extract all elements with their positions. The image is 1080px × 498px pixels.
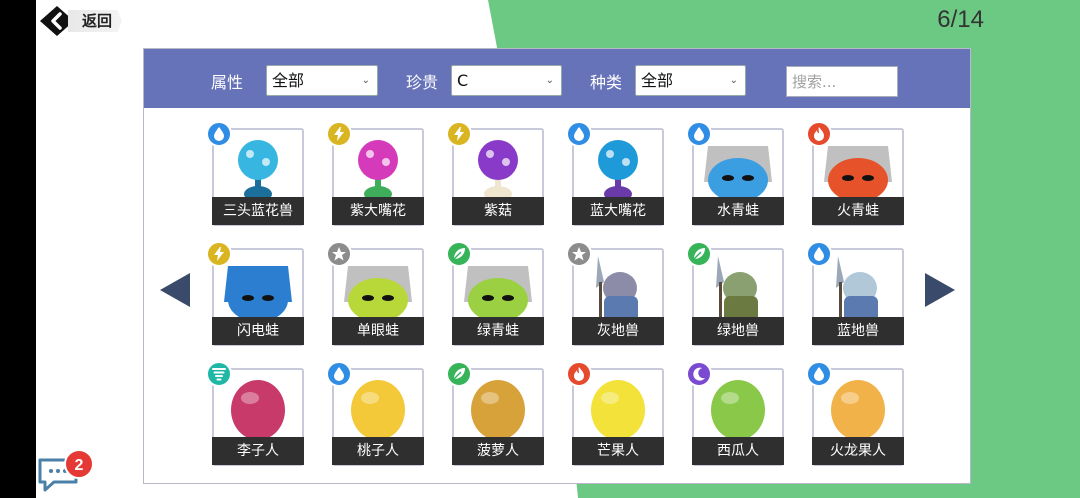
leaf-icon [446,241,472,267]
flame-icon [806,121,832,147]
chevron-down-icon: ⌄ [545,75,554,86]
chevron-down-icon: ⌄ [361,75,370,86]
kind-select-value: 全部 [641,71,674,90]
creature-card[interactable]: 火青蛙 [806,121,904,226]
creature-card[interactable]: 菠萝人 [446,361,544,466]
creature-card[interactable]: 紫大嘴花 [326,121,424,226]
flame-icon [566,361,592,387]
water-drop-icon [566,121,592,147]
creature-name: 蓝大嘴花 [572,197,664,225]
search-input[interactable] [786,66,898,97]
creature-name: 三头蓝花兽 [212,197,304,225]
creature-name: 蓝地兽 [812,317,904,345]
water-drop-icon [326,361,352,387]
creature-card[interactable]: 蓝地兽 [806,241,904,346]
kind-filter-label: 种类 [590,73,623,92]
creature-name: 芒果人 [572,437,664,465]
creature-card[interactable]: 灰地兽 [566,241,664,346]
creature-name: 桃子人 [332,437,424,465]
rarity-select[interactable]: C ⌄ [451,65,562,96]
creature-card[interactable]: 绿地兽 [686,241,784,346]
water-drop-icon [206,121,232,147]
creature-name: 火龙果人 [812,437,904,465]
creature-name: 李子人 [212,437,304,465]
next-page-arrow-icon[interactable] [925,273,955,307]
leaf-icon [686,241,712,267]
creature-card[interactable]: 桃子人 [326,361,424,466]
moon-icon [686,361,712,387]
attribute-select[interactable]: 全部 ⌄ [266,65,378,96]
creature-card[interactable]: 三头蓝花兽 [206,121,304,226]
back-button[interactable]: 返回 [40,6,123,36]
water-drop-icon [806,361,832,387]
creature-card[interactable]: 单眼蛙 [326,241,424,346]
star-icon [326,241,352,267]
chat-unread-badge: 2 [64,449,94,479]
creature-name: 绿地兽 [692,317,784,345]
creature-name: 闪电蛙 [212,317,304,345]
rarity-filter-label: 珍贵 [406,73,439,92]
page-counter: 6/14 [937,6,984,33]
creature-name: 火青蛙 [812,197,904,225]
creature-card[interactable]: 芒果人 [566,361,664,466]
leaf-icon [446,361,472,387]
lightning-icon [206,241,232,267]
creature-card[interactable]: 绿青蛙 [446,241,544,346]
chevron-down-icon: ⌄ [729,75,738,86]
previous-page-arrow-icon[interactable] [160,273,190,307]
tornado-icon [206,361,232,387]
filter-bar: 属性 全部 ⌄ 珍贵 C ⌄ 种类 全部 ⌄ [144,49,970,108]
creature-name: 单眼蛙 [332,317,424,345]
creature-name: 水青蛙 [692,197,784,225]
creature-card[interactable]: 闪电蛙 [206,241,304,346]
creature-card[interactable]: 紫菇 [446,121,544,226]
creature-name: 灰地兽 [572,317,664,345]
creature-card[interactable]: 西瓜人 [686,361,784,466]
creature-card[interactable]: 李子人 [206,361,304,466]
creature-card[interactable]: 火龙果人 [806,361,904,466]
kind-select[interactable]: 全部 ⌄ [635,65,746,96]
creature-card[interactable]: 蓝大嘴花 [566,121,664,226]
creature-name: 紫大嘴花 [332,197,424,225]
attribute-select-value: 全部 [272,71,305,90]
creature-name: 紫菇 [452,197,544,225]
creature-name: 菠萝人 [452,437,544,465]
collection-panel: 属性 全部 ⌄ 珍贵 C ⌄ 种类 全部 ⌄ 三头蓝花兽紫大嘴花紫菇蓝大嘴花水青… [143,48,971,484]
back-label: 返回 [68,10,123,32]
attribute-filter-label: 属性 [211,73,244,92]
creature-name: 绿青蛙 [452,317,544,345]
left-edge-strip [0,0,36,498]
water-drop-icon [806,241,832,267]
creature-card[interactable]: 水青蛙 [686,121,784,226]
creature-name: 西瓜人 [692,437,784,465]
lightning-icon [446,121,472,147]
star-icon [566,241,592,267]
water-drop-icon [686,121,712,147]
lightning-icon [326,121,352,147]
rarity-select-value: C [457,71,469,90]
